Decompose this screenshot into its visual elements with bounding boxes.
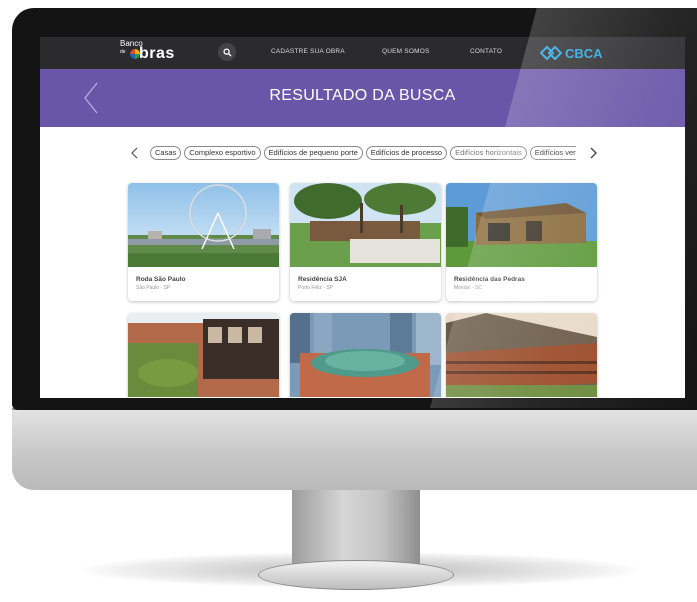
chip-complexo-esportivo[interactable]: Complexo esportivo (184, 146, 261, 160)
page-title: RESULTADO DA BUSCA (269, 87, 456, 104)
card-image-6 (446, 313, 597, 397)
category-chip-list: Casas Complexo esportivo Edifícios de pequ… (150, 145, 576, 161)
nav-quem-somos[interactable]: QUEM SOMOS (382, 48, 430, 55)
category-filter-bar: Casas Complexo esportivo Edifícios de pequ… (128, 145, 608, 161)
card-image-residencia-das-pedras (446, 183, 597, 267)
card-location: São Paulo - SP (136, 285, 171, 291)
logo-line-2: de (120, 49, 126, 55)
monitor-screen: Banco de bras CADASTRE SUA OBRA QUEM SOM… (40, 37, 685, 398)
card-image-roda-sao-paulo (128, 183, 279, 267)
result-card-6[interactable] (446, 313, 597, 398)
cbca-logo-text: CBCA (565, 45, 603, 61)
monitor-stand-neck (292, 488, 420, 564)
card-image-4 (128, 313, 279, 397)
results-banner: RESULTADO DA BUSCA (40, 69, 685, 127)
nav-contato[interactable]: CONTATO (470, 48, 502, 55)
result-card-residencia-das-pedras[interactable]: Residência das Pedras Mondaí - SC (446, 183, 597, 301)
card-title: Residência das Pedras (454, 276, 525, 283)
chip-edificios-processo[interactable]: Edifícios de processo (365, 146, 448, 160)
monitor-chin (12, 408, 697, 490)
search-icon (222, 47, 232, 57)
card-title: Roda São Paulo (136, 276, 186, 283)
chip-casas[interactable]: Casas (150, 146, 182, 160)
result-card-5[interactable] (290, 313, 441, 398)
top-nav-bar: Banco de bras CADASTRE SUA OBRA QUEM SOM… (40, 37, 685, 69)
card-image-residencia-sja (290, 183, 441, 267)
card-image-5 (290, 313, 441, 397)
result-card-residencia-sja[interactable]: Residência SJA Porto Feliz - SP (290, 183, 441, 301)
chip-edificios-pequeno-porte[interactable]: Edifícios de pequeno porte (263, 146, 363, 160)
chip-edificios-horizontais[interactable]: Edifícios horizontais (450, 146, 527, 160)
card-location: Mondaí - SC (454, 285, 483, 291)
nav-cadastre-sua-obra[interactable]: CADASTRE SUA OBRA (271, 48, 345, 55)
logo-line-3: bras (139, 45, 175, 62)
card-location: Porto Feliz - SP (298, 285, 334, 291)
chevron-left-icon[interactable] (128, 145, 142, 161)
result-card-4[interactable] (128, 313, 279, 398)
search-button[interactable] (218, 43, 236, 61)
monitor-stand-base (258, 560, 454, 590)
chip-edificios-verticais[interactable]: Edifícios verticais (529, 146, 576, 160)
cbca-logo[interactable]: CBCA (540, 42, 603, 64)
site-logo[interactable]: Banco de bras (120, 39, 190, 67)
chevron-right-icon[interactable] (586, 145, 600, 161)
result-card-roda-sao-paulo[interactable]: Roda São Paulo São Paulo - SP (128, 183, 279, 301)
cbca-logo-icon (540, 46, 562, 60)
card-title: Residência SJA (298, 276, 347, 283)
